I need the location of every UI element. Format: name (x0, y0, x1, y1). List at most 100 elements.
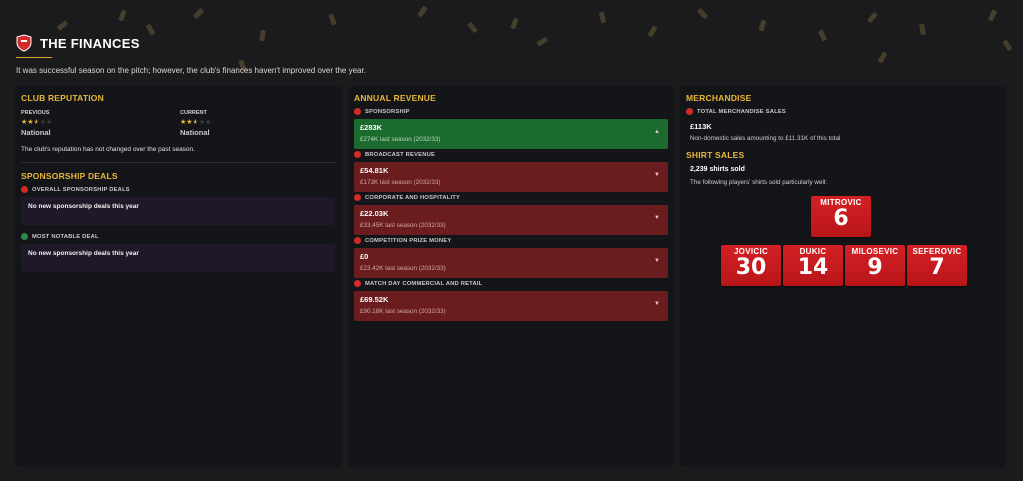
revenue-item-box[interactable]: £0 £23.42K last season (2032/33) ▼ (354, 248, 668, 278)
page-title: THE FINANCES (40, 35, 140, 51)
confetti-piece (467, 21, 478, 34)
revenue-item-box[interactable]: £283K £274K last season (2032/33) ▲ (354, 119, 668, 149)
notable-deal-header: MOST NOTABLE DEAL (21, 233, 99, 240)
confetti-piece (1002, 39, 1013, 52)
total-merch-note: Non-domestic sales amounting to £11.31K … (690, 135, 841, 142)
revenue-item-label: SPONSORSHIP (365, 108, 410, 115)
confetti-piece (987, 9, 998, 22)
notable-deal-text: No new sponsorship deals this year (28, 250, 139, 257)
overall-sponsorship-box: No new sponsorship deals this year (21, 197, 335, 225)
revenue-item-label: COMPETITION PRIZE MONEY (365, 237, 452, 244)
revenue-value: £54.81K (360, 166, 389, 175)
revenue-last-season: £90.18K last season (2032/33) (360, 308, 446, 315)
total-merch-header: TOTAL MERCHANDISE SALES (686, 108, 786, 115)
shirt-sales-title: SHIRT SALES (686, 150, 745, 160)
confetti-piece (598, 11, 607, 24)
revenue-item-box[interactable]: £22.03K £33.45K last season (2032/33) ▼ (354, 205, 668, 235)
total-merch-value: £113K (690, 122, 712, 131)
revenue-icon (354, 280, 361, 287)
notable-deal-label: MOST NOTABLE DEAL (32, 233, 99, 240)
intro-text: It was successful season on the pitch; h… (16, 66, 366, 75)
previous-value: National (21, 128, 51, 137)
shirt-number: 14 (797, 255, 829, 280)
revenue-value: £69.52K (360, 295, 389, 304)
annual-revenue-title: ANNUAL REVENUE (354, 93, 436, 103)
revenue-item-header: BROADCAST REVENUE (354, 151, 435, 158)
shirt-number: 7 (929, 255, 945, 280)
player-shirt[interactable]: MILOSEVIC 9 (845, 245, 905, 286)
star-icon: ★ (46, 119, 53, 126)
confetti-piece (192, 7, 205, 20)
arrow-down-icon: ▼ (654, 215, 660, 221)
confetti-piece (145, 23, 156, 36)
revenue-value: £22.03K (360, 209, 389, 218)
revenue-item-label: CORPORATE AND HOSPITALITY (365, 194, 461, 201)
current-label: CURRENT (180, 110, 207, 116)
revenue-icon (354, 108, 361, 115)
revenue-value: £283K (360, 123, 383, 132)
reputation-sponsorship-panel: CLUB REPUTATION PREVIOUS ★★★★★ National … (15, 86, 342, 467)
confetti-piece (696, 7, 709, 20)
title-underline (16, 57, 52, 58)
confetti-piece (510, 17, 519, 30)
previous-label: PREVIOUS (21, 110, 50, 116)
revenue-item-header: SPONSORSHIP (354, 108, 410, 115)
reputation-note: The club's reputation has not changed ov… (21, 146, 195, 153)
arrow-down-icon: ▼ (654, 301, 660, 307)
star-icon: ★ (205, 119, 212, 126)
revenue-item-header: MATCH DAY COMMERCIAL AND RETAIL (354, 280, 482, 287)
shirt-icon (686, 108, 693, 115)
confetti-piece (919, 23, 926, 36)
player-shirt[interactable]: SEFEROVIC 7 (907, 245, 967, 286)
overall-sponsorship-text: No new sponsorship deals this year (28, 203, 139, 210)
revenue-item-label: BROADCAST REVENUE (365, 151, 436, 158)
club-shield-icon (16, 34, 32, 52)
confetti-piece (817, 29, 828, 42)
sponsorship-deals-title: SPONSORSHIP DEALS (21, 171, 118, 181)
revenue-icon (354, 194, 361, 201)
player-shirt[interactable]: JOVICIC 30 (721, 245, 781, 286)
confetti-piece (647, 25, 658, 38)
overall-sponsorship-header: OVERALL SPONSORSHIP DEALS (21, 186, 130, 193)
revenue-last-season: £173K last season (2032/33) (360, 179, 441, 186)
handshake-icon (21, 233, 28, 240)
revenue-icon (354, 237, 361, 244)
shirt-number: 9 (867, 255, 883, 280)
confetti-piece (867, 11, 878, 24)
total-merch-label: TOTAL MERCHANDISE SALES (697, 108, 786, 115)
overall-sponsorship-label: OVERALL SPONSORSHIP DEALS (32, 186, 130, 193)
current-reputation: CURRENT ★★★★★ National (180, 110, 211, 137)
merchandise-panel: MERCHANDISE TOTAL MERCHANDISE SALES £113… (680, 86, 1006, 467)
confetti-piece (536, 36, 549, 47)
revenue-item-box[interactable]: £54.81K £173K last season (2032/33) ▼ (354, 162, 668, 192)
shirts-sold-value: 2,239 shirts sold (690, 166, 745, 173)
arrow-down-icon: ▼ (654, 258, 660, 264)
revenue-icon (354, 151, 361, 158)
confetti-piece (56, 20, 69, 31)
player-shirt[interactable]: MITROVIC 6 (811, 196, 871, 237)
previous-reputation: PREVIOUS ★★★★★ National (21, 110, 52, 137)
revenue-value: £0 (360, 252, 369, 261)
confetti-piece (877, 51, 888, 64)
confetti-piece (118, 9, 127, 22)
shirt-number: 30 (735, 255, 767, 280)
previous-stars: ★★★★★ (21, 118, 52, 126)
shirt-number: 6 (833, 206, 849, 231)
notable-deal-box: No new sponsorship deals this year (21, 244, 335, 272)
arrow-up-icon: ▲ (654, 129, 660, 135)
revenue-item-header: CORPORATE AND HOSPITALITY (354, 194, 460, 201)
club-reputation-title: CLUB REPUTATION (21, 93, 104, 103)
revenue-last-season: £23.42K last season (2032/33) (360, 265, 446, 272)
revenue-item-box[interactable]: £69.52K £90.18K last season (2032/33) ▼ (354, 291, 668, 321)
star-icon: ★ (186, 119, 193, 126)
confetti-piece (758, 19, 767, 32)
revenue-item-label: MATCH DAY COMMERCIAL AND RETAIL (365, 280, 483, 287)
confetti-piece (259, 29, 266, 42)
confetti-piece (417, 5, 428, 18)
current-stars: ★★★★★ (180, 118, 211, 126)
revenue-item-header: COMPETITION PRIZE MONEY (354, 237, 451, 244)
handshake-icon (21, 186, 28, 193)
arrow-down-icon: ▼ (654, 172, 660, 178)
star-icon: ★ (27, 119, 34, 126)
player-shirt[interactable]: DUKIC 14 (783, 245, 843, 286)
